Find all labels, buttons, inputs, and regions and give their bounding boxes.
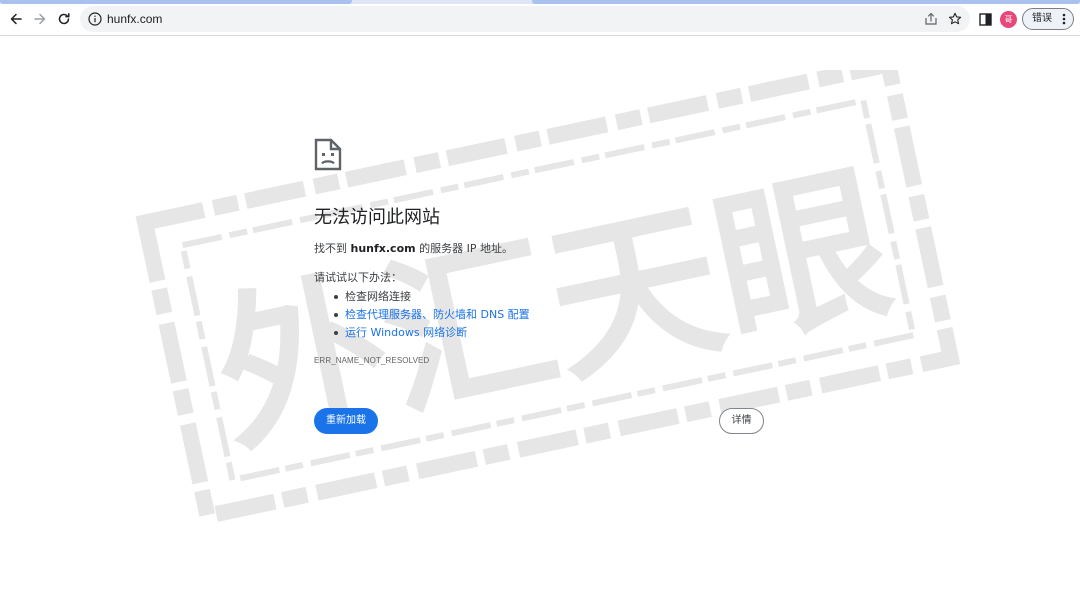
error-code: ERR_NAME_NOT_RESOLVED [314, 356, 430, 365]
reload-button[interactable]: 重新加载 [314, 408, 378, 434]
error-description: 找不到 hunfx.com 的服务器 IP 地址。 [314, 241, 513, 257]
back-arrow-icon [10, 13, 22, 25]
sad-page-icon [314, 138, 342, 171]
reload-page-button[interactable] [52, 7, 76, 31]
info-icon[interactable] [87, 11, 103, 27]
forward-button[interactable] [28, 7, 52, 31]
share-icon [925, 12, 937, 25]
side-panel-icon [978, 12, 992, 26]
back-button[interactable] [4, 7, 28, 31]
suggestion-run-diagnostics-link[interactable]: 运行 Windows 网络诊断 [334, 324, 530, 342]
bookmark-button[interactable] [946, 10, 964, 28]
error-domain: hunfx.com [350, 242, 416, 255]
details-button[interactable]: 详情 [719, 408, 764, 434]
profile-avatar[interactable]: 哥 [1000, 11, 1017, 28]
share-button[interactable] [922, 10, 940, 28]
suggestions-heading: 请试试以下办法： [314, 271, 402, 284]
more-vertical-icon [1062, 13, 1066, 25]
forward-arrow-icon [34, 13, 46, 25]
error-menu-label: 错误 [1032, 13, 1052, 24]
browser-toolbar: hunfx.com 哥 错误 [0, 4, 1080, 36]
suggestions-list: 检查网络连接 检查代理服务器、防火墙和 DNS 配置 运行 Windows 网络… [334, 288, 530, 342]
side-panel-button[interactable] [976, 10, 994, 28]
reload-icon [58, 13, 70, 25]
star-icon [948, 12, 962, 25]
watermark-stamp: 外汇天眼 [135, 70, 961, 526]
error-description-suffix: 的服务器 IP 地址。 [419, 242, 513, 255]
error-description-prefix: 找不到 [314, 242, 347, 255]
url-text[interactable]: hunfx.com [107, 11, 162, 27]
address-bar[interactable]: hunfx.com [80, 6, 970, 32]
suggestion-check-proxy-link[interactable]: 检查代理服务器、防火墙和 DNS 配置 [334, 306, 530, 324]
error-title: 无法访问此网站 [314, 207, 440, 228]
error-menu-button[interactable]: 错误 [1022, 8, 1074, 30]
suggestion-check-network: 检查网络连接 [334, 288, 530, 306]
